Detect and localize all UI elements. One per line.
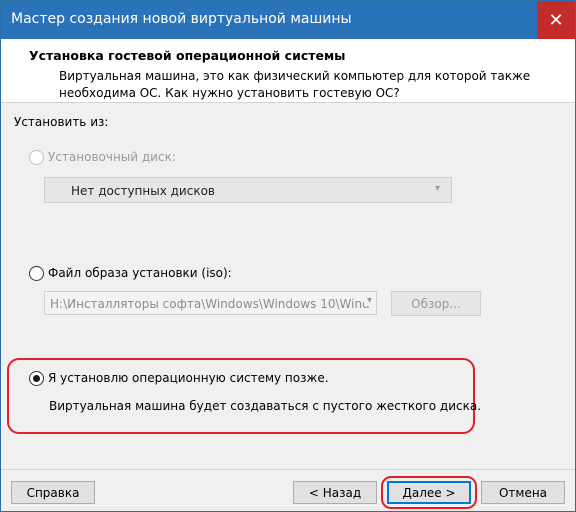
back-button[interactable]: < Назад — [293, 481, 377, 504]
radio-install-later[interactable] — [29, 371, 44, 386]
install-disc-label: Установочный диск: — [48, 150, 176, 164]
wizard-window: Мастер создания новой виртуальной машины… — [0, 0, 576, 512]
window-title: Мастер создания новой виртуальной машины — [11, 11, 352, 27]
cancel-button[interactable]: Отмена — [481, 481, 565, 504]
disc-dropdown-value: Нет доступных дисков — [71, 184, 215, 198]
chevron-down-icon: ▾ — [435, 183, 441, 194]
help-button[interactable]: Справка — [11, 481, 95, 504]
next-button[interactable]: Далее > — [387, 481, 471, 504]
iso-path-value: H:\Инсталляторы софта\Windows\Windows 10… — [50, 297, 370, 311]
browse-button[interactable]: Обзор... — [391, 291, 481, 316]
iso-path-combo[interactable]: H:\Инсталляторы софта\Windows\Windows 10… — [44, 291, 377, 315]
annotation-highlight — [7, 358, 475, 434]
footer-divider — [1, 469, 575, 470]
install-from-label: Установить из: — [14, 115, 109, 129]
close-icon: ✕ — [548, 9, 564, 31]
close-button[interactable]: ✕ — [537, 1, 575, 39]
wizard-header: Установка гостевой операционной системы … — [1, 39, 575, 103]
chevron-down-icon: ▾ — [363, 295, 372, 306]
radio-iso-image[interactable] — [29, 266, 44, 281]
iso-image-label: Файл образа установки (iso): — [48, 266, 232, 280]
page-description: Виртуальная машина, это как физический к… — [59, 69, 531, 100]
page-title: Установка гостевой операционной системы — [29, 48, 346, 63]
radio-install-disc[interactable] — [29, 150, 44, 165]
install-later-label: Я установлю операционную систему позже. — [48, 371, 329, 385]
install-later-hint: Виртуальная машина будет создаваться с п… — [49, 399, 482, 413]
disc-dropdown[interactable]: Нет доступных дисков ▾ — [44, 177, 452, 203]
title-bar[interactable]: Мастер создания новой виртуальной машины… — [1, 1, 575, 39]
